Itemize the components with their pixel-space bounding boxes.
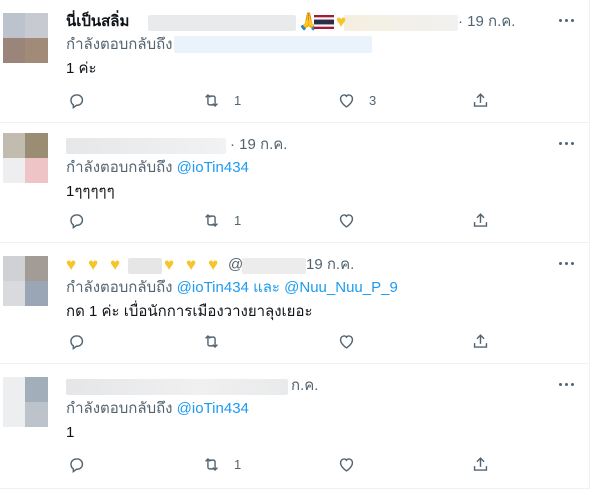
heart-icon	[339, 213, 354, 228]
tweet-actions: 1	[66, 453, 506, 475]
mention-link[interactable]: @ioTin434	[177, 159, 249, 176]
avatar[interactable]	[3, 13, 48, 63]
reply-button[interactable]	[67, 89, 99, 111]
retweet-button[interactable]	[202, 330, 234, 352]
replying-to-label: กำลังตอบกลับถึง	[66, 400, 173, 417]
tweet[interactable]: ก.ค. กำลังตอบกลับถึง @ioTin434 1 1	[0, 364, 589, 489]
tweet-time[interactable]: · 19 ก.ค.	[458, 11, 515, 33]
tweet-actions: 1 3	[66, 89, 506, 111]
avatar[interactable]	[3, 256, 48, 306]
blurred-name	[66, 138, 226, 154]
share-icon	[473, 92, 488, 107]
share-icon	[473, 456, 488, 471]
tweet-actions	[66, 330, 506, 352]
replying-to: กำลังตอบกลับถึง @ioTin434	[66, 399, 249, 419]
retweet-icon	[205, 334, 218, 348]
like-button[interactable]: 3	[337, 89, 376, 111]
tweet-text: กด 1 ค่ะ เบื่อนักการเมืองวางยาลุงเยอะ	[66, 303, 313, 320]
tweet-time[interactable]: · 19 ก.ค.	[230, 134, 287, 156]
tweet-body: ♥ ♥ ♥ ♥ ♥ ♥ @ 19 ก.ค. กำลังตอบกลับถึง @i…	[66, 254, 577, 354]
tweet-text: 1ๆๆๆๆๆ	[66, 183, 115, 200]
retweet-count: 1	[234, 212, 242, 228]
yellow-heart-icon: ♥	[110, 255, 121, 274]
retweet-icon	[205, 93, 218, 107]
reply-icon	[70, 213, 84, 229]
retweet-count: 1	[234, 92, 242, 108]
tweet-text: 1 ค่ะ	[66, 60, 97, 77]
mention-link[interactable]: @ioTin434	[177, 400, 249, 417]
blurred-mention	[174, 36, 372, 53]
heart-icon	[339, 457, 354, 472]
blurred-name	[128, 258, 162, 274]
tweet-header: · 19 ก.ค.	[66, 134, 577, 156]
replying-to: กำลังตอบกลับถึง	[66, 35, 173, 55]
handle-fragment[interactable]: @	[228, 254, 243, 276]
tweet-header: ♥ ♥ ♥ ♥ ♥ ♥ @ 19 ก.ค.	[66, 254, 577, 276]
reply-icon	[70, 334, 84, 350]
yellow-heart-icon: ♥	[88, 255, 99, 274]
like-button[interactable]	[337, 330, 369, 352]
retweet-button[interactable]: 1	[202, 209, 241, 231]
display-name[interactable]: นี่เป็นสลิ่ม	[66, 11, 129, 33]
yellow-heart-icon: ♥	[186, 255, 197, 274]
tweet-time[interactable]: 19 ก.ค.	[306, 254, 354, 276]
more-options-icon[interactable]	[559, 13, 577, 29]
replying-to-label: กำลังตอบกลับถึง	[66, 36, 173, 53]
yellow-heart-icon: ♥	[66, 255, 77, 274]
avatar[interactable]	[3, 133, 48, 183]
more-options-icon[interactable]	[559, 136, 577, 152]
tweet-header: ก.ค.	[66, 375, 577, 397]
replying-to-label: กำลังตอบกลับถึง	[66, 279, 173, 296]
mention-link[interactable]: @ioTin434	[177, 279, 249, 296]
avatar[interactable]	[3, 377, 48, 427]
tweet-body: ก.ค. กำลังตอบกลับถึง @ioTin434 1 1	[66, 375, 577, 480]
tweet-time[interactable]: ก.ค.	[291, 375, 318, 397]
share-button[interactable]	[471, 209, 490, 231]
tweet-actions: 1	[66, 209, 506, 231]
mention-joiner: และ	[253, 279, 280, 296]
reply-button[interactable]	[67, 453, 99, 475]
tweet[interactable]: · 19 ก.ค. กำลังตอบกลับถึง @ioTin434 1ๆๆๆ…	[0, 123, 589, 243]
like-count: 3	[369, 92, 377, 108]
replying-to: กำลังตอบกลับถึง @ioTin434 และ @Nuu_Nuu_P…	[66, 278, 398, 298]
more-options-icon[interactable]	[559, 256, 577, 272]
more-options-icon[interactable]	[559, 377, 577, 393]
like-button[interactable]	[337, 453, 369, 475]
mention-link[interactable]: @Nuu_Nuu_P_9	[284, 279, 398, 296]
retweet-count: 1	[234, 456, 242, 472]
blurred-handle	[344, 15, 458, 31]
yellow-heart-icon: ♥	[208, 255, 219, 274]
tweet-header: นี่เป็นสลิ่ม 🙏 ♥ · 19 ก.ค.	[66, 11, 577, 33]
blurred-handle	[242, 258, 306, 274]
share-button[interactable]	[471, 453, 490, 475]
retweet-icon	[205, 457, 218, 471]
reply-icon	[70, 457, 84, 473]
share-button[interactable]	[471, 330, 490, 352]
tweet-body: · 19 ก.ค. กำลังตอบกลับถึง @ioTin434 1ๆๆๆ…	[66, 134, 577, 234]
tweet[interactable]: ♥ ♥ ♥ ♥ ♥ ♥ @ 19 ก.ค. กำลังตอบกลับถึง @i…	[0, 243, 589, 364]
retweet-button[interactable]: 1	[202, 453, 241, 475]
reply-button[interactable]	[67, 209, 99, 231]
share-icon	[473, 212, 488, 227]
retweet-icon	[205, 213, 218, 227]
share-icon	[473, 333, 488, 348]
replying-to: กำลังตอบกลับถึง @ioTin434	[66, 158, 249, 178]
blurred-name	[66, 379, 288, 395]
heart-icon	[339, 93, 354, 108]
reply-icon	[70, 93, 84, 109]
retweet-button[interactable]: 1	[202, 89, 241, 111]
replying-to-label: กำลังตอบกลับถึง	[66, 159, 173, 176]
tweet-body: นี่เป็นสลิ่ม 🙏 ♥ · 19 ก.ค. กำลังตอบกลับถ…	[66, 11, 577, 116]
thailand-flag-icon	[314, 13, 334, 33]
tweet[interactable]: นี่เป็นสลิ่ม 🙏 ♥ · 19 ก.ค. กำลังตอบกลับถ…	[0, 0, 589, 123]
share-button[interactable]	[471, 89, 490, 111]
yellow-heart-icon: ♥	[336, 12, 347, 31]
heart-icon	[339, 334, 354, 349]
blurred-handle	[148, 15, 296, 31]
like-button[interactable]	[337, 209, 369, 231]
reply-button[interactable]	[67, 330, 99, 352]
tweet-text: 1	[66, 424, 75, 441]
yellow-heart-icon: ♥	[164, 255, 175, 274]
